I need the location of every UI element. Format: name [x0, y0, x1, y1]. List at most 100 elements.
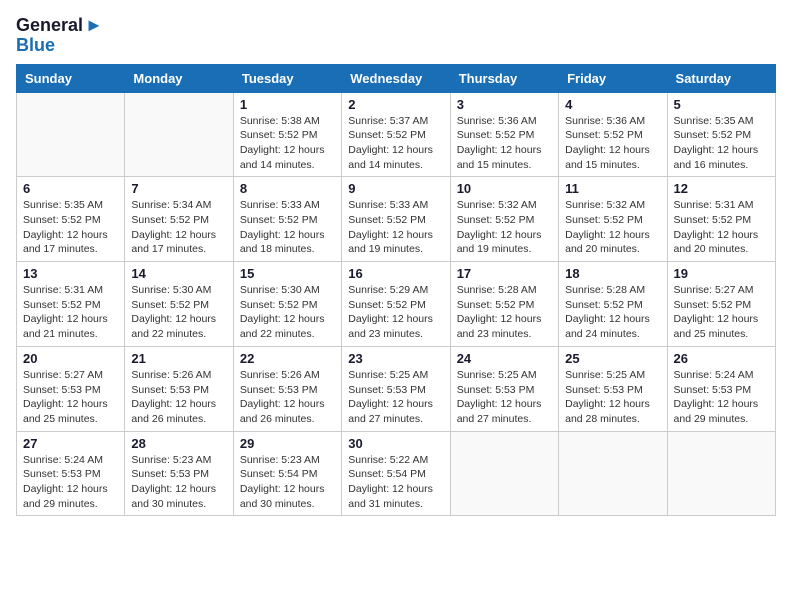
calendar-week-row: 13 Sunrise: 5:31 AM Sunset: 5:52 PM Dayli…	[17, 262, 776, 347]
day-number: 2	[348, 97, 443, 112]
day-info: Sunrise: 5:22 AM Sunset: 5:54 PM Dayligh…	[348, 453, 443, 512]
calendar-cell	[667, 431, 775, 516]
calendar-week-row: 20Sunrise: 5:27 AM Sunset: 5:53 PM Dayli…	[17, 346, 776, 431]
calendar-cell: 23 Sunrise: 5:25 AM Sunset: 5:53 PM Dayli…	[342, 346, 450, 431]
day-of-week-header: Sunday	[17, 64, 125, 92]
day-number: 13	[23, 266, 118, 281]
day-number: 17	[457, 266, 552, 281]
day-number: 1	[240, 97, 335, 112]
day-info: Sunrise: 5:26 AM Sunset: 5:53 PM Dayligh…	[240, 368, 335, 427]
day-number: 11	[565, 181, 660, 196]
day-info: Sunrise: 5:30 AM Sunset: 5:52 PM Dayligh…	[131, 283, 226, 342]
day-info: Sunrise: 5:30 AM Sunset: 5:52 PM Dayligh…	[240, 283, 335, 342]
calendar-cell: 28 Sunrise: 5:23 AM Sunset: 5:53 PM Dayli…	[125, 431, 233, 516]
day-number: 22	[240, 351, 335, 366]
calendar-cell	[17, 92, 125, 177]
day-info: Sunrise: 5:25 AM Sunset: 5:53 PM Dayligh…	[348, 368, 443, 427]
calendar-cell: 4 Sunrise: 5:36 AM Sunset: 5:52 PM Daylig…	[559, 92, 667, 177]
calendar-cell: 5 Sunrise: 5:35 AM Sunset: 5:52 PM Daylig…	[667, 92, 775, 177]
day-info: Sunrise: 5:36 AM Sunset: 5:52 PM Dayligh…	[457, 114, 552, 173]
day-number: 24	[457, 351, 552, 366]
day-info: Sunrise: 5:31 AM Sunset: 5:52 PM Dayligh…	[674, 198, 769, 257]
calendar-cell: 12 Sunrise: 5:31 AM Sunset: 5:52 PM Dayli…	[667, 177, 775, 262]
calendar-cell: 9 Sunrise: 5:33 AM Sunset: 5:52 PM Daylig…	[342, 177, 450, 262]
logo: General► Blue	[16, 16, 103, 56]
page-header: General► Blue	[16, 16, 776, 56]
day-number: 23	[348, 351, 443, 366]
day-number: 9	[348, 181, 443, 196]
calendar-cell: 7 Sunrise: 5:34 AM Sunset: 5:52 PM Daylig…	[125, 177, 233, 262]
calendar-cell: 1 Sunrise: 5:38 AM Sunset: 5:52 PM Daylig…	[233, 92, 341, 177]
day-number: 4	[565, 97, 660, 112]
day-info: Sunrise: 5:36 AM Sunset: 5:52 PM Dayligh…	[565, 114, 660, 173]
day-info: Sunrise: 5:33 AM Sunset: 5:52 PM Dayligh…	[240, 198, 335, 257]
calendar-cell: 6 Sunrise: 5:35 AM Sunset: 5:52 PM Daylig…	[17, 177, 125, 262]
day-info: Sunrise: 5:34 AM Sunset: 5:52 PM Dayligh…	[131, 198, 226, 257]
day-info: Sunrise: 5:35 AM Sunset: 5:52 PM Dayligh…	[23, 198, 118, 257]
calendar-cell: 16Sunrise: 5:29 AM Sunset: 5:52 PM Dayli…	[342, 262, 450, 347]
calendar-cell: 26Sunrise: 5:24 AM Sunset: 5:53 PM Dayli…	[667, 346, 775, 431]
day-info: Sunrise: 5:24 AM Sunset: 5:53 PM Dayligh…	[674, 368, 769, 427]
calendar-cell	[450, 431, 558, 516]
calendar-cell: 10Sunrise: 5:32 AM Sunset: 5:52 PM Dayli…	[450, 177, 558, 262]
day-info: Sunrise: 5:31 AM Sunset: 5:52 PM Dayligh…	[23, 283, 118, 342]
day-info: Sunrise: 5:25 AM Sunset: 5:53 PM Dayligh…	[457, 368, 552, 427]
logo: General► Blue	[16, 16, 103, 56]
day-number: 3	[457, 97, 552, 112]
calendar-header-row: SundayMondayTuesdayWednesdayThursdayFrid…	[17, 64, 776, 92]
day-info: Sunrise: 5:37 AM Sunset: 5:52 PM Dayligh…	[348, 114, 443, 173]
day-info: Sunrise: 5:33 AM Sunset: 5:52 PM Dayligh…	[348, 198, 443, 257]
calendar-table: SundayMondayTuesdayWednesdayThursdayFrid…	[16, 64, 776, 517]
day-number: 20	[23, 351, 118, 366]
day-number: 7	[131, 181, 226, 196]
calendar-week-row: 6 Sunrise: 5:35 AM Sunset: 5:52 PM Daylig…	[17, 177, 776, 262]
day-number: 12	[674, 181, 769, 196]
day-number: 6	[23, 181, 118, 196]
day-info: Sunrise: 5:23 AM Sunset: 5:54 PM Dayligh…	[240, 453, 335, 512]
calendar-cell: 22 Sunrise: 5:26 AM Sunset: 5:53 PM Dayli…	[233, 346, 341, 431]
calendar-cell: 29 Sunrise: 5:23 AM Sunset: 5:54 PM Dayli…	[233, 431, 341, 516]
calendar-cell: 20Sunrise: 5:27 AM Sunset: 5:53 PM Dayli…	[17, 346, 125, 431]
day-number: 25	[565, 351, 660, 366]
day-of-week-header: Wednesday	[342, 64, 450, 92]
calendar-cell: 11 Sunrise: 5:32 AM Sunset: 5:52 PM Dayli…	[559, 177, 667, 262]
day-number: 21	[131, 351, 226, 366]
day-number: 14	[131, 266, 226, 281]
calendar-cell: 21Sunrise: 5:26 AM Sunset: 5:53 PM Dayli…	[125, 346, 233, 431]
day-info: Sunrise: 5:28 AM Sunset: 5:52 PM Dayligh…	[457, 283, 552, 342]
day-info: Sunrise: 5:24 AM Sunset: 5:53 PM Dayligh…	[23, 453, 118, 512]
day-number: 27	[23, 436, 118, 451]
day-info: Sunrise: 5:28 AM Sunset: 5:52 PM Dayligh…	[565, 283, 660, 342]
day-info: Sunrise: 5:32 AM Sunset: 5:52 PM Dayligh…	[565, 198, 660, 257]
day-number: 16	[348, 266, 443, 281]
day-of-week-header: Thursday	[450, 64, 558, 92]
day-of-week-header: Monday	[125, 64, 233, 92]
calendar-cell: 17 Sunrise: 5:28 AM Sunset: 5:52 PM Dayli…	[450, 262, 558, 347]
calendar-cell	[125, 92, 233, 177]
calendar-cell: 2 Sunrise: 5:37 AM Sunset: 5:52 PM Daylig…	[342, 92, 450, 177]
calendar-week-row: 27 Sunrise: 5:24 AM Sunset: 5:53 PM Dayli…	[17, 431, 776, 516]
calendar-cell: 3 Sunrise: 5:36 AM Sunset: 5:52 PM Daylig…	[450, 92, 558, 177]
day-number: 29	[240, 436, 335, 451]
day-number: 5	[674, 97, 769, 112]
calendar-cell: 14 Sunrise: 5:30 AM Sunset: 5:52 PM Dayli…	[125, 262, 233, 347]
day-number: 10	[457, 181, 552, 196]
day-info: Sunrise: 5:38 AM Sunset: 5:52 PM Dayligh…	[240, 114, 335, 173]
day-number: 28	[131, 436, 226, 451]
day-number: 15	[240, 266, 335, 281]
day-info: Sunrise: 5:23 AM Sunset: 5:53 PM Dayligh…	[131, 453, 226, 512]
day-number: 18	[565, 266, 660, 281]
calendar-cell: 30Sunrise: 5:22 AM Sunset: 5:54 PM Dayli…	[342, 431, 450, 516]
day-info: Sunrise: 5:27 AM Sunset: 5:52 PM Dayligh…	[674, 283, 769, 342]
day-info: Sunrise: 5:35 AM Sunset: 5:52 PM Dayligh…	[674, 114, 769, 173]
day-of-week-header: Friday	[559, 64, 667, 92]
calendar-cell: 15 Sunrise: 5:30 AM Sunset: 5:52 PM Dayli…	[233, 262, 341, 347]
calendar-cell: 18 Sunrise: 5:28 AM Sunset: 5:52 PM Dayli…	[559, 262, 667, 347]
day-number: 8	[240, 181, 335, 196]
calendar-cell: 24 Sunrise: 5:25 AM Sunset: 5:53 PM Dayli…	[450, 346, 558, 431]
calendar-cell: 8 Sunrise: 5:33 AM Sunset: 5:52 PM Daylig…	[233, 177, 341, 262]
day-info: Sunrise: 5:25 AM Sunset: 5:53 PM Dayligh…	[565, 368, 660, 427]
calendar-cell: 25 Sunrise: 5:25 AM Sunset: 5:53 PM Dayli…	[559, 346, 667, 431]
day-of-week-header: Saturday	[667, 64, 775, 92]
calendar-cell	[559, 431, 667, 516]
